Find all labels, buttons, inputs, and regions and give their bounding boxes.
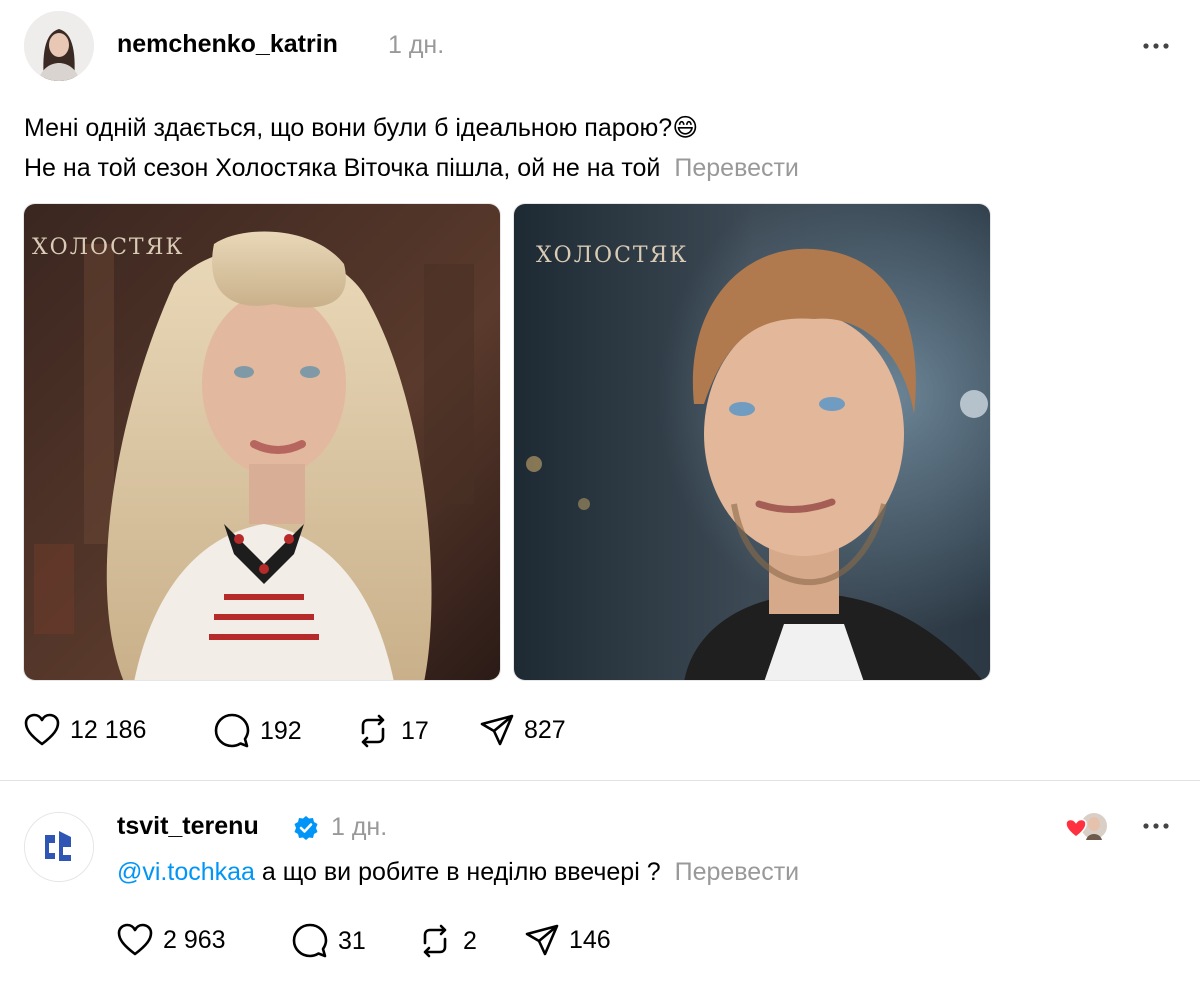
more-icon[interactable]: [1142, 41, 1170, 51]
more-icon[interactable]: [1142, 821, 1170, 831]
liked-by-author-icon: [1065, 811, 1109, 841]
like-count: 2 963: [163, 925, 226, 954]
avatar[interactable]: [24, 812, 94, 882]
repost-button[interactable]: 17: [355, 713, 429, 749]
post-time: 1 дн.: [388, 31, 445, 59]
comment-count: 192: [260, 716, 302, 745]
share-count: 827: [524, 715, 566, 744]
heart-icon: [117, 923, 153, 956]
comment-count: 31: [338, 926, 366, 955]
share-button[interactable]: 827: [480, 713, 566, 747]
reply-text: @vi.tochkaa а що ви робите в неділю ввеч…: [117, 858, 799, 887]
username[interactable]: nemchenko_katrin: [117, 30, 338, 59]
translate-link[interactable]: Перевести: [675, 858, 800, 886]
post-text: Не на той сезон Холостяка Віточка пішла,…: [24, 154, 661, 182]
post-image-1[interactable]: ХОЛОСТЯК: [23, 203, 501, 681]
mention-link[interactable]: @vi.tochkaa: [117, 858, 255, 886]
avatar[interactable]: [24, 11, 94, 81]
share-button[interactable]: 146: [525, 923, 611, 957]
reply-time: 1 дн.: [331, 813, 388, 841]
repost-button[interactable]: 2: [417, 923, 477, 959]
repost-count: 17: [401, 716, 429, 745]
repost-count: 2: [463, 926, 477, 955]
post-image-2[interactable]: ХОЛОСТЯК: [513, 203, 991, 681]
post-text-line-1: Мені одній здається, що вони були б ідеа…: [24, 114, 699, 142]
like-count: 12 186: [70, 715, 147, 744]
comment-icon: [214, 713, 250, 748]
watermark: ХОЛОСТЯК: [536, 243, 688, 268]
reply-body: а що ви робите в неділю ввечері ?: [261, 858, 661, 886]
repost-icon: [423, 924, 447, 958]
username[interactable]: tsvit_terenu: [117, 812, 259, 841]
like-button[interactable]: 12 186: [24, 713, 146, 747]
verified-badge-icon: [294, 816, 318, 840]
watermark: ХОЛОСТЯК: [32, 235, 184, 260]
share-icon: [480, 714, 514, 746]
comment-button[interactable]: 31: [292, 923, 366, 959]
repost-icon: [361, 714, 385, 748]
post: nemchenko_katrin 1 дн. Мені одній здаєть…: [0, 0, 1200, 780]
like-button[interactable]: 2 963: [117, 923, 226, 957]
heart-icon: [24, 713, 60, 746]
post-text-line-2: Не на той сезон Холостяка Віточка пішла,…: [24, 154, 799, 183]
comment-icon: [292, 923, 328, 958]
share-icon: [525, 924, 559, 956]
comment-button[interactable]: 192: [214, 713, 302, 749]
translate-link[interactable]: Перевести: [674, 154, 799, 182]
share-count: 146: [569, 925, 611, 954]
